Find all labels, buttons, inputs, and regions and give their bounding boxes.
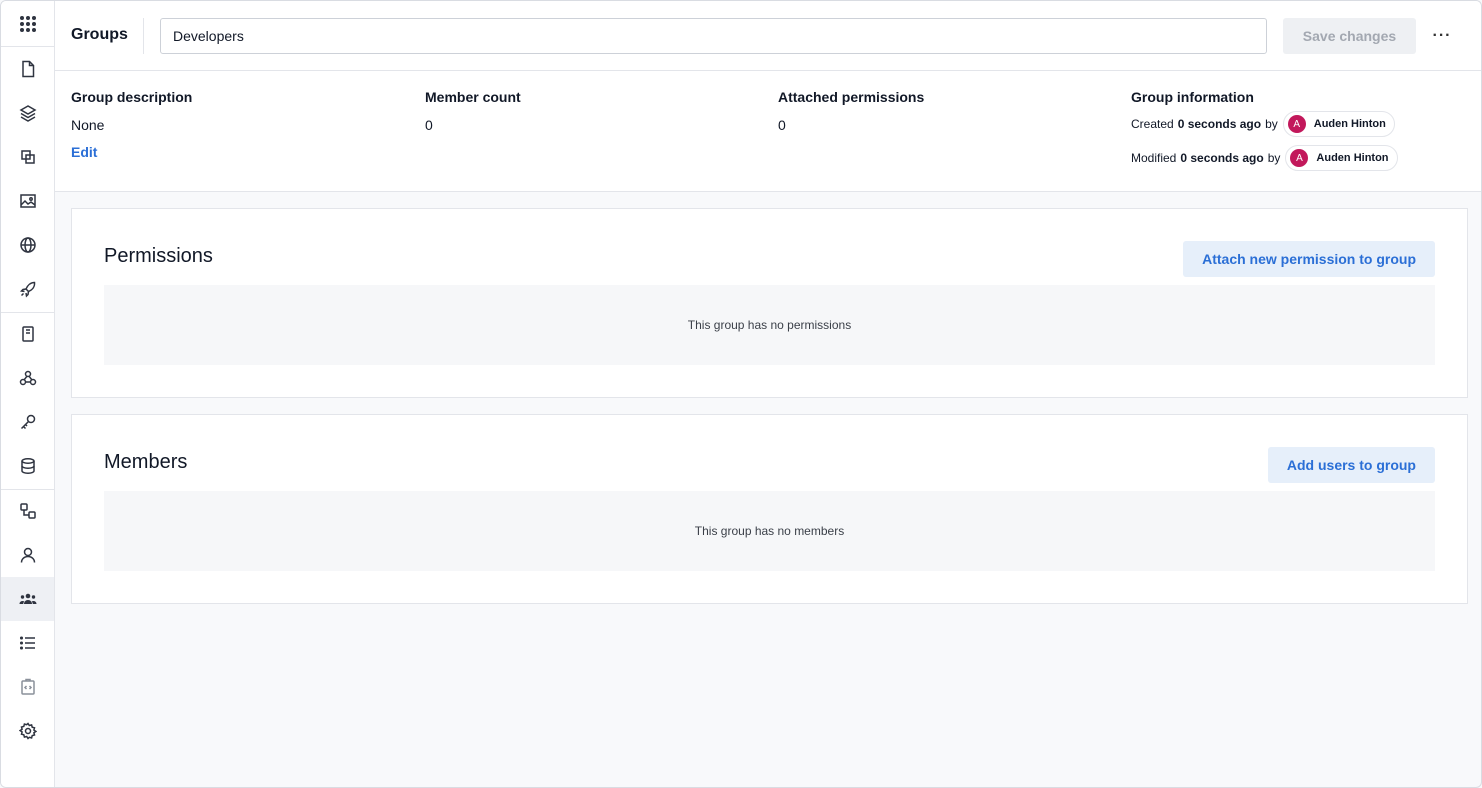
user-icon: [20, 547, 35, 563]
flow-icon: [19, 503, 36, 519]
images-icon: [19, 194, 36, 208]
attached-permissions-value: 0: [778, 117, 786, 133]
members-empty-state: This group has no members: [104, 491, 1435, 571]
webhook-icon: [19, 370, 36, 386]
sidebar-item-copy[interactable]: [1, 135, 54, 179]
modified-by: by: [1267, 151, 1281, 165]
attached-permissions-label: Attached permissions: [778, 89, 925, 105]
created-user-name: Auden Hinton: [1313, 118, 1386, 130]
modified-user-chip[interactable]: A Auden Hinton: [1285, 145, 1398, 171]
gear-icon: [18, 722, 37, 740]
sidebar-item-media[interactable]: [1, 179, 54, 223]
sidebar-item-users[interactable]: [1, 533, 54, 577]
database-icon: [20, 458, 35, 474]
sidebar-item-layers[interactable]: [1, 91, 54, 135]
rocket-icon: [19, 281, 35, 298]
group-name-input[interactable]: [160, 18, 1267, 54]
members-card: Members Add users to group This group ha…: [71, 414, 1468, 604]
group-description-section: Group description None Edit: [71, 89, 192, 162]
add-users-button[interactable]: Add users to group: [1267, 447, 1435, 483]
permissions-card: Permissions Attach new permission to gro…: [71, 208, 1468, 398]
created-line: Created 0 seconds ago by A Auden Hinton: [1131, 111, 1398, 137]
groups-icon: [19, 593, 36, 604]
sidebar-item-globe[interactable]: [1, 223, 54, 267]
page-title: Groups: [71, 26, 128, 43]
book-icon: [21, 326, 34, 342]
group-info-panel: Group description None Edit Member count…: [55, 71, 1481, 192]
modified-line: Modified 0 seconds ago by A Auden Hinton: [1131, 145, 1398, 171]
avatar: A: [1290, 149, 1309, 167]
sidebar-item-deploy[interactable]: [1, 267, 54, 311]
modified-time: 0 seconds ago: [1180, 151, 1264, 165]
members-title: Members: [104, 451, 188, 473]
sidebar-item-code[interactable]: [1, 665, 54, 709]
sidebar-item-database[interactable]: [1, 444, 54, 488]
group-information-section: Group information Created 0 seconds ago …: [1131, 89, 1398, 171]
attached-permissions-section: Attached permissions 0: [778, 89, 924, 133]
more-options-button[interactable]: ···: [1426, 21, 1458, 51]
file-icon: [21, 60, 34, 78]
sidebar-item-docs[interactable]: [1, 312, 54, 356]
created-user-chip[interactable]: A Auden Hinton: [1282, 111, 1395, 137]
copy-icon: [20, 150, 35, 164]
globe-icon: [19, 237, 36, 253]
apps-grid-icon: [19, 15, 36, 32]
sidebar-item-workflows[interactable]: [1, 489, 54, 533]
created-time: 0 seconds ago: [1177, 117, 1262, 131]
app-window: Groups Save changes ··· Group descriptio…: [0, 0, 1482, 788]
sidebar-item-webhooks[interactable]: [1, 356, 54, 400]
page-header: Groups Save changes ···: [55, 1, 1481, 71]
created-by: by: [1265, 117, 1278, 131]
apps-menu-button[interactable]: [1, 1, 54, 47]
permissions-title: Permissions: [104, 245, 213, 267]
group-information-label: Group information: [1131, 89, 1254, 105]
sidebar-item-groups[interactable]: [1, 577, 54, 621]
list-icon: [19, 636, 35, 650]
sidebar-item-files[interactable]: [1, 47, 54, 91]
modified-prefix: Modified: [1131, 151, 1177, 165]
more-horizontal-icon: ···: [1432, 27, 1452, 44]
member-count-label: Member count: [425, 89, 521, 105]
save-changes-button[interactable]: Save changes: [1283, 18, 1416, 54]
layers-icon: [18, 105, 37, 122]
avatar: A: [1287, 115, 1306, 133]
sidebar: [1, 1, 55, 787]
created-prefix: Created: [1131, 117, 1174, 131]
member-count-section: Member count 0: [425, 89, 521, 133]
attach-permission-button[interactable]: Attach new permission to group: [1183, 241, 1435, 277]
sidebar-item-settings[interactable]: [1, 709, 54, 753]
permissions-empty-state: This group has no permissions: [104, 285, 1435, 365]
group-description-label: Group description: [71, 89, 193, 105]
sidebar-item-api-keys[interactable]: [1, 400, 54, 444]
code-icon: [20, 678, 35, 695]
key-icon: [20, 414, 35, 430]
sidebar-item-logs[interactable]: [1, 621, 54, 665]
group-description-value: None: [71, 117, 105, 133]
modified-user-name: Auden Hinton: [1316, 152, 1389, 164]
member-count-value: 0: [425, 117, 433, 133]
edit-description-link[interactable]: Edit: [71, 144, 97, 160]
header-divider: [143, 18, 144, 54]
